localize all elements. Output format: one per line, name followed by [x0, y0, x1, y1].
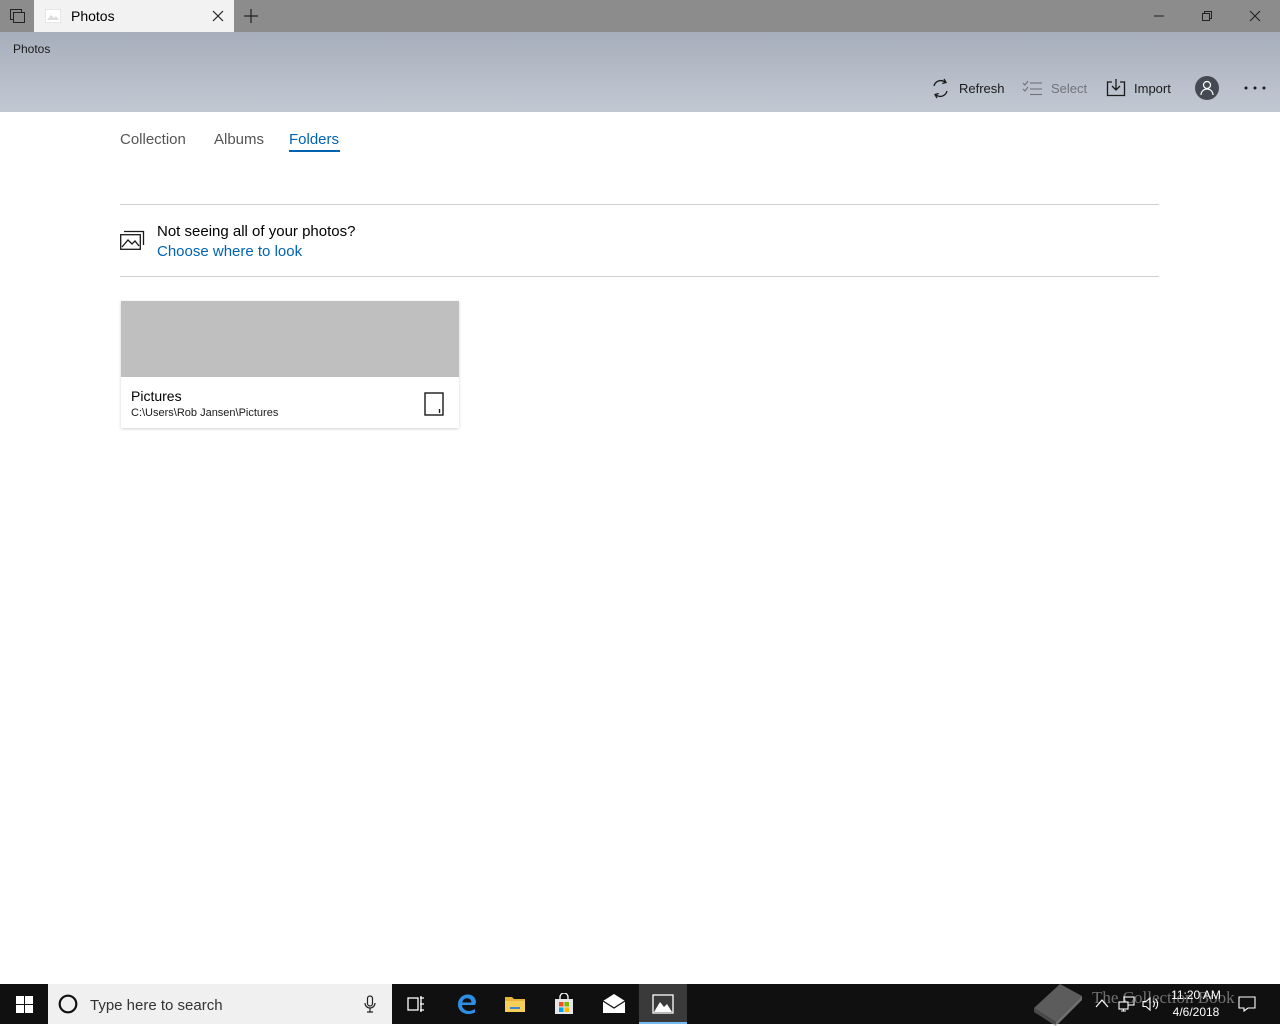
start-button[interactable]	[0, 984, 48, 1024]
folder-thumbnail	[121, 301, 459, 377]
taskbar-search[interactable]	[48, 984, 392, 1024]
tab-photos[interactable]: Photos	[34, 0, 234, 32]
photos-icon	[120, 230, 145, 250]
microphone-icon[interactable]	[364, 995, 376, 1013]
photos-app-icon	[45, 9, 61, 23]
title-bar: Photos	[0, 0, 1280, 32]
taskbar: The Collection Book 11:20 AM 4/6/2018	[0, 984, 1280, 1026]
app-header: Photos Refresh Select Import	[0, 32, 1280, 112]
import-icon	[1106, 79, 1126, 97]
close-icon	[1249, 10, 1261, 22]
person-icon	[1200, 80, 1214, 96]
refresh-icon	[933, 78, 948, 98]
account-avatar[interactable]	[1195, 76, 1219, 100]
clock-time[interactable]: 11:20 AM	[1166, 988, 1226, 1002]
close-tab-icon[interactable]	[211, 9, 225, 23]
refresh-button[interactable]: Refresh	[930, 76, 1005, 100]
import-button[interactable]: Import	[1106, 76, 1171, 100]
choose-where-to-look-link[interactable]: Choose where to look	[157, 243, 302, 260]
select-button[interactable]: Select	[1022, 76, 1087, 100]
close-window-button[interactable]	[1232, 0, 1278, 32]
app-name: Photos	[13, 42, 51, 56]
task-view-icon	[407, 996, 424, 1012]
device-folder-icon	[424, 392, 444, 416]
divider	[120, 276, 1159, 277]
tabs-icon	[10, 9, 25, 23]
divider	[120, 204, 1159, 205]
missing-photos-message: Not seeing all of your photos?	[157, 223, 356, 240]
more-options-icon[interactable]	[1242, 82, 1268, 94]
edge-icon	[458, 994, 476, 1014]
store-icon	[555, 993, 573, 1014]
mail-taskbar-button[interactable]	[589, 984, 637, 1024]
folder-icon	[505, 997, 525, 1012]
book-logo-icon	[1034, 984, 1082, 1026]
file-explorer-taskbar-button[interactable]	[491, 984, 539, 1024]
tab-title: Photos	[71, 8, 115, 24]
tab-folders[interactable]: Folders	[289, 131, 339, 148]
refresh-label: Refresh	[959, 80, 1005, 96]
minimize-button[interactable]	[1136, 0, 1182, 32]
tab-collection[interactable]: Collection	[120, 131, 186, 148]
task-view-button[interactable]	[392, 984, 440, 1024]
store-taskbar-button[interactable]	[540, 984, 588, 1024]
action-center-icon[interactable]	[1238, 996, 1256, 1012]
new-tab-button[interactable]	[238, 5, 264, 27]
minimize-icon	[1154, 15, 1164, 17]
volume-icon[interactable]	[1142, 996, 1160, 1012]
edge-taskbar-button[interactable]	[443, 984, 491, 1024]
import-label: Import	[1134, 80, 1171, 96]
select-label: Select	[1051, 80, 1088, 96]
search-input[interactable]	[88, 993, 352, 1017]
restore-icon	[1202, 11, 1212, 21]
show-hidden-icons-icon[interactable]	[1095, 998, 1109, 1008]
folder-path: C:\Users\Rob Jansen\Pictures	[131, 407, 279, 419]
photos-icon	[652, 994, 674, 1014]
plus-icon	[244, 9, 258, 23]
active-tab-indicator	[289, 150, 340, 152]
tab-switcher-button[interactable]	[0, 0, 34, 32]
cortana-icon	[58, 994, 78, 1014]
network-icon[interactable]	[1118, 996, 1136, 1012]
folder-name: Pictures	[131, 388, 182, 404]
windows-logo-icon	[16, 996, 33, 1013]
mail-icon	[602, 994, 626, 1013]
photos-taskbar-button[interactable]	[639, 984, 687, 1024]
multi-select-icon	[1022, 80, 1042, 96]
folder-card-pictures[interactable]: Pictures C:\Users\Rob Jansen\Pictures	[121, 301, 459, 428]
tab-albums[interactable]: Albums	[214, 131, 264, 148]
restore-button[interactable]	[1184, 0, 1230, 32]
clock-date[interactable]: 4/6/2018	[1166, 1005, 1226, 1019]
